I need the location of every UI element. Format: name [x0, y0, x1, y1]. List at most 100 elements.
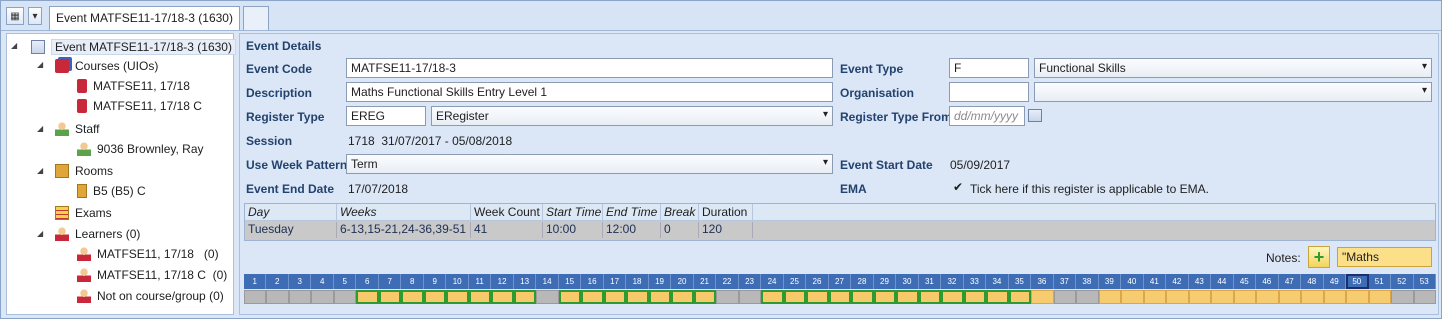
week-cell[interactable]	[1076, 290, 1099, 304]
week-number[interactable]: 46	[1256, 274, 1279, 289]
col-header[interactable]: Weeks	[337, 204, 471, 221]
event-type-code-field[interactable]: F	[949, 58, 1029, 78]
week-number[interactable]: 51	[1368, 274, 1391, 289]
week-cell[interactable]	[401, 290, 424, 304]
register-from-date-field[interactable]: dd/mm/yyyy	[949, 106, 1025, 126]
week-cell[interactable]	[266, 290, 289, 304]
week-number[interactable]: 4	[311, 274, 334, 289]
week-cell[interactable]	[716, 290, 739, 304]
week-number[interactable]: 20	[671, 274, 694, 289]
col-header[interactable]: End Time	[603, 204, 661, 221]
week-number[interactable]: 13	[513, 274, 537, 289]
week-number[interactable]: 33	[963, 274, 987, 289]
event-code-field[interactable]: MATFSE11-17/18-3	[346, 58, 833, 78]
week-cell[interactable]	[1346, 290, 1369, 304]
week-cell[interactable]	[1413, 290, 1436, 304]
collapse-icon[interactable]: ◢	[11, 41, 17, 50]
week-number[interactable]: 15	[558, 274, 582, 289]
week-cell[interactable]	[1256, 290, 1279, 304]
week-number[interactable]: 47	[1278, 274, 1302, 289]
week-number[interactable]: 10	[446, 274, 469, 289]
week-cell[interactable]	[1121, 290, 1144, 304]
organisation-select[interactable]: ▾	[1034, 82, 1432, 102]
week-number[interactable]: 44	[1211, 274, 1234, 289]
week-number[interactable]: 9	[423, 274, 447, 289]
week-cell[interactable]	[244, 290, 267, 304]
tree-room-item[interactable]: B5 (B5) C	[77, 181, 146, 200]
week-number[interactable]: 49	[1323, 274, 1347, 289]
week-cell[interactable]	[896, 290, 919, 304]
tree-course-item[interactable]: MATFSE11, 17/18	[77, 76, 190, 95]
week-cell[interactable]	[918, 290, 942, 304]
week-number[interactable]: 53	[1413, 274, 1436, 289]
week-cell[interactable]	[378, 290, 402, 304]
week-cell[interactable]	[1391, 290, 1414, 304]
week-number[interactable]: 41	[1143, 274, 1167, 289]
week-number[interactable]: 40	[1121, 274, 1144, 289]
week-cell[interactable]	[1211, 290, 1234, 304]
week-number[interactable]: 36	[1031, 274, 1054, 289]
week-cell[interactable]	[1053, 290, 1077, 304]
tree-learner-item[interactable]: MATFSE11, 17/18 C (0)	[77, 265, 227, 284]
col-header[interactable]: Duration	[699, 204, 753, 221]
week-number[interactable]: 52	[1391, 274, 1414, 289]
register-type-select[interactable]: ERegister ▾	[431, 106, 833, 126]
week-cell[interactable]	[873, 290, 897, 304]
week-number[interactable]: 22	[716, 274, 739, 289]
add-note-button[interactable]: +	[1308, 246, 1330, 268]
ema-checkbox[interactable]: ✔	[953, 180, 963, 194]
week-cell[interactable]	[1166, 290, 1189, 304]
week-number[interactable]: 12	[491, 274, 514, 289]
week-cell[interactable]	[761, 290, 784, 304]
week-number[interactable]: 8	[401, 274, 424, 289]
week-cell[interactable]	[963, 290, 987, 304]
week-cell[interactable]	[986, 290, 1009, 304]
col-header[interactable]: Week Count	[471, 204, 543, 221]
tree-exams[interactable]: Exams	[55, 203, 112, 222]
week-cell[interactable]	[1233, 290, 1257, 304]
week-number[interactable]: 1	[244, 274, 267, 289]
week-cell[interactable]	[333, 290, 357, 304]
col-header[interactable]: Break	[661, 204, 699, 221]
week-number[interactable]: 38	[1076, 274, 1099, 289]
collapse-icon[interactable]: ◢	[37, 166, 43, 175]
note-item[interactable]: "Maths	[1337, 247, 1432, 267]
tree-learner-item[interactable]: Not on course/group (0)	[77, 286, 224, 305]
tab-event[interactable]: Event MATFSE11-17/18-3 (1630)	[49, 6, 240, 30]
week-cell[interactable]	[536, 290, 559, 304]
week-number[interactable]: 27	[828, 274, 852, 289]
week-cell[interactable]	[648, 290, 672, 304]
week-number[interactable]: 50	[1346, 274, 1369, 289]
tree-rooms[interactable]: Rooms	[55, 161, 113, 180]
tab-empty[interactable]	[243, 6, 269, 30]
week-cell[interactable]	[288, 290, 312, 304]
week-cell[interactable]	[1031, 290, 1054, 304]
week-cell[interactable]	[1143, 290, 1167, 304]
week-number[interactable]: 21	[693, 274, 717, 289]
week-cell[interactable]	[581, 290, 604, 304]
tree-course-item[interactable]: MATFSE11, 17/18 C	[77, 96, 202, 115]
week-cell[interactable]	[311, 290, 334, 304]
week-cell[interactable]	[1278, 290, 1302, 304]
collapse-icon[interactable]: ◢	[37, 124, 43, 133]
week-number[interactable]: 6	[356, 274, 379, 289]
week-number[interactable]: 35	[1008, 274, 1032, 289]
tree-staff-item[interactable]: 9036 Brownley, Ray	[77, 139, 204, 158]
week-number[interactable]: 5	[333, 274, 357, 289]
tree-learners[interactable]: Learners (0)	[55, 224, 140, 243]
grid-view-icon[interactable]: ▦	[6, 7, 24, 25]
organisation-code-field[interactable]	[949, 82, 1029, 102]
tree-staff[interactable]: Staff	[55, 119, 99, 138]
week-number[interactable]: 23	[738, 274, 762, 289]
week-cell[interactable]	[1368, 290, 1391, 304]
week-number[interactable]: 30	[896, 274, 919, 289]
description-field[interactable]: Maths Functional Skills Entry Level 1	[346, 82, 833, 102]
week-number[interactable]: 48	[1301, 274, 1324, 289]
week-cell[interactable]	[603, 290, 627, 304]
week-cell[interactable]	[1301, 290, 1324, 304]
week-cell[interactable]	[738, 290, 762, 304]
week-number[interactable]: 39	[1098, 274, 1122, 289]
week-number[interactable]: 37	[1053, 274, 1077, 289]
week-cell[interactable]	[446, 290, 469, 304]
week-cell[interactable]	[806, 290, 829, 304]
